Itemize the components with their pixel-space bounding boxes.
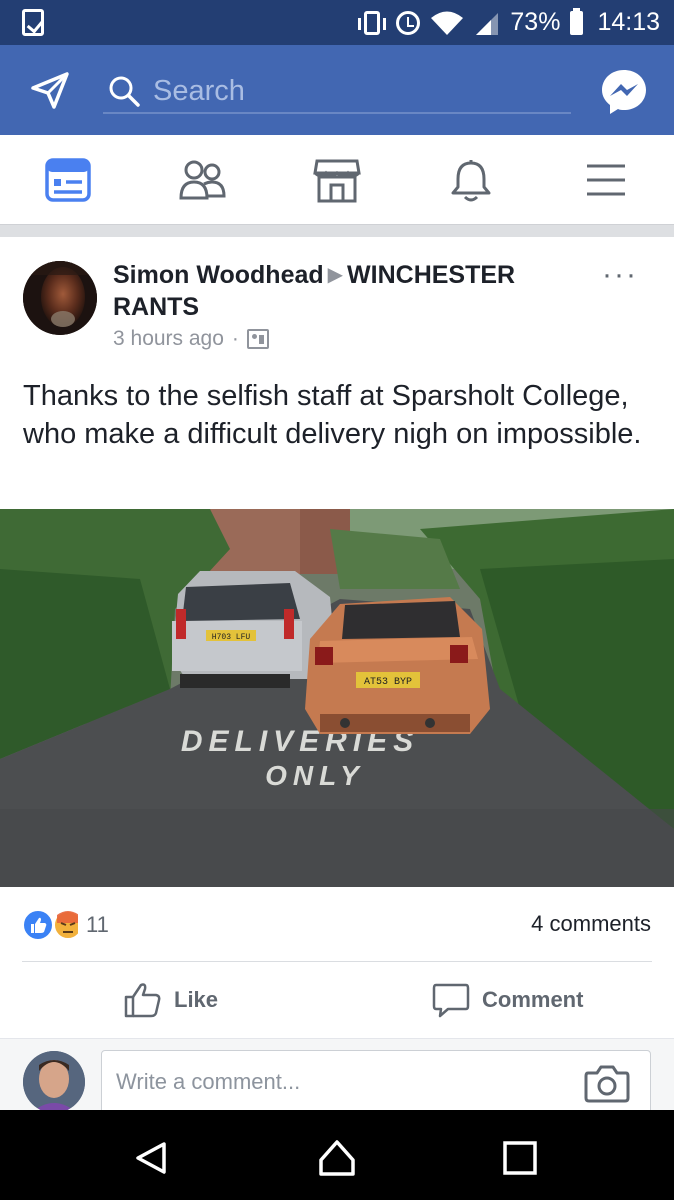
comment-bubble-icon [432, 983, 470, 1018]
battery-percent: 73% [510, 8, 561, 36]
search-input[interactable] [153, 74, 553, 108]
battery-icon [570, 7, 584, 35]
thumbs-up-icon [124, 983, 161, 1018]
tab-friends[interactable] [177, 155, 227, 205]
reaction-icons [22, 909, 78, 941]
post-meta: 3 hours ago · [113, 327, 269, 351]
send-icon[interactable] [30, 70, 70, 110]
search-bar[interactable] [103, 70, 571, 114]
clock: 14:13 [597, 8, 660, 36]
comment-input[interactable] [116, 1069, 556, 1095]
license-plate-left: H703 LFU [212, 633, 251, 642]
home-icon[interactable] [317, 1138, 357, 1178]
tab-news-feed[interactable] [43, 155, 93, 205]
system-navigation-bar [0, 1110, 674, 1200]
back-icon[interactable] [132, 1138, 172, 1178]
post-actions: Like Comment [0, 962, 674, 1038]
comment-button[interactable]: Comment [432, 980, 583, 1020]
bell-icon [451, 160, 491, 202]
group-audience-icon [246, 329, 269, 349]
post-photo[interactable]: DELIVERIES ONLY H703 LFU AT53 BYP [0, 509, 674, 887]
shared-to-arrow-icon: ▶ [327, 264, 344, 286]
task-notification-icon [22, 9, 44, 36]
top-bar [0, 45, 674, 135]
viewer-avatar [23, 1051, 85, 1113]
reaction-summary[interactable]: 11 [22, 909, 109, 941]
news-feed-icon [45, 158, 91, 202]
like-label: Like [174, 987, 219, 1012]
feed-separator [0, 225, 674, 237]
author-name[interactable]: Simon Woodhead [113, 261, 324, 289]
alarm-icon [396, 10, 421, 35]
tab-menu[interactable] [581, 155, 631, 205]
signal-icon [476, 12, 499, 35]
messenger-icon[interactable] [600, 68, 648, 116]
post-timestamp[interactable]: 3 hours ago [113, 327, 224, 351]
status-bar: 73% 14:13 [0, 0, 674, 45]
comment-composer [0, 1038, 674, 1120]
comments-count[interactable]: 4 comments [531, 911, 651, 937]
post-author-line: Simon Woodhead ▶ WINCHESTER RANTS [113, 259, 553, 323]
tab-marketplace[interactable] [312, 155, 362, 205]
vibrate-icon [358, 10, 387, 35]
author-avatar[interactable] [23, 261, 97, 335]
tab-notifications[interactable] [446, 155, 496, 205]
feed-post: Simon Woodhead ▶ WINCHESTER RANTS 3 hours … [0, 237, 674, 1038]
camera-icon[interactable] [584, 1063, 630, 1103]
like-button[interactable]: Like [124, 980, 218, 1020]
more-options-icon[interactable]: ··· [602, 260, 638, 290]
wifi-icon [431, 11, 464, 35]
tab-bar [0, 135, 674, 225]
reactions-row: 11 4 comments [0, 887, 674, 962]
license-plate-right: AT53 BYP [364, 677, 412, 688]
road-marking-text-2: ONLY [265, 760, 365, 791]
meta-separator: · [231, 327, 239, 350]
comment-label: Comment [482, 987, 584, 1012]
post-text: Thanks to the selfish staff at Sparsholt… [23, 380, 642, 450]
friends-icon [179, 160, 226, 200]
marketplace-icon [313, 159, 361, 203]
hamburger-icon [587, 164, 625, 196]
recents-icon[interactable] [500, 1138, 540, 1178]
reaction-count: 11 [86, 912, 109, 937]
search-icon [109, 76, 140, 107]
